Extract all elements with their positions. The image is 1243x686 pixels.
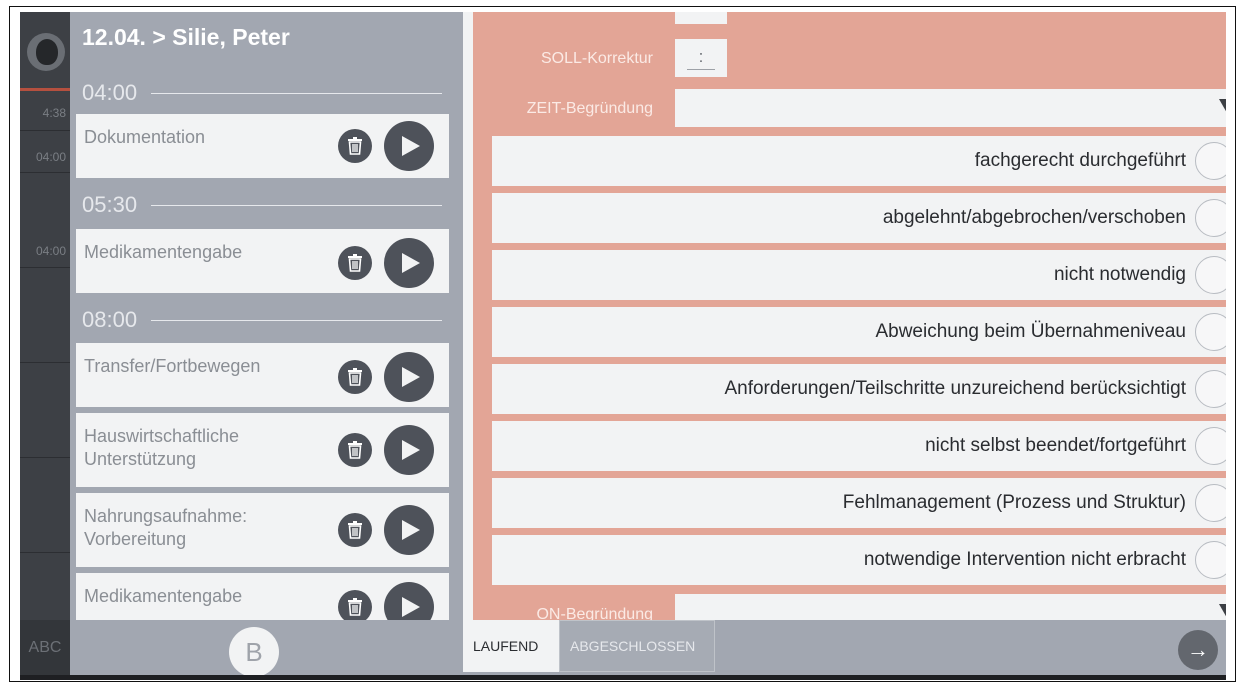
radio-button[interactable]: [1195, 541, 1226, 579]
soll-korrektur-input[interactable]: :: [675, 39, 727, 77]
radio-button[interactable]: [1195, 142, 1226, 180]
day-overview-strip: 4:38 04:00 04:00 ABC: [20, 12, 70, 675]
option-label: nicht notwendig: [1053, 264, 1186, 285]
option-row[interactable]: nicht selbst beendet/fortgeführt: [492, 421, 1226, 471]
screenshot-frame: 4:38 04:00 04:00 ABC 12.04. > Silie, Pet…: [9, 6, 1236, 682]
option-row[interactable]: Anforderungen/Teilschritte unzureichend …: [492, 364, 1226, 414]
strip-time-1[interactable]: 04:00: [20, 150, 70, 164]
app-window: 4:38 04:00 04:00 ABC 12.04. > Silie, Pet…: [20, 12, 1226, 680]
task-label: Nahrungsaufnahme: Vorbereitung: [84, 506, 248, 549]
detail-footer: LAUFEND ABGESCHLOSSEN →: [463, 620, 1226, 675]
time-label: 04:00: [82, 80, 138, 105]
option-row[interactable]: notwendige Intervention nicht erbracht: [492, 535, 1226, 585]
strip-divider: [20, 130, 70, 131]
option-label: fachgerecht durchgeführt: [974, 150, 1186, 171]
time-header: 05:30: [82, 190, 442, 220]
zeit-begruendung-select[interactable]: [675, 89, 1226, 127]
option-row[interactable]: Abweichung beim Übernahmeniveau: [492, 307, 1226, 357]
strip-time-current: 4:38: [42, 106, 66, 120]
task-label: Medikamentengabe: [84, 586, 243, 606]
trash-icon[interactable]: [338, 590, 372, 624]
bottom-bar: [20, 675, 1226, 680]
option-label: Fehlmanagement (Prozess und Struktur): [842, 492, 1186, 513]
list-item[interactable]: Medikamentengabe: [76, 229, 449, 293]
option-label: nicht selbst beendet/fortgeführt: [925, 435, 1186, 456]
option-label: Abweichung beim Übernahmeniveau: [875, 321, 1186, 342]
current-time-indicator: [20, 88, 70, 91]
trash-icon[interactable]: [338, 433, 372, 467]
page-title: 12.04. > Silie, Peter: [82, 24, 290, 50]
radio-button[interactable]: [1195, 199, 1226, 237]
radio-button[interactable]: [1195, 484, 1226, 522]
list-footer: B: [70, 620, 463, 677]
time-label: 08:00: [82, 307, 138, 332]
chevron-down-icon: [1219, 604, 1226, 618]
zeit-begruendung-label: ZEIT-Begründung: [526, 100, 653, 117]
radio-button[interactable]: [1195, 370, 1226, 408]
option-row[interactable]: nicht notwendig: [492, 250, 1226, 300]
soll-korrektur-label: SOLL-Korrektur: [540, 50, 653, 67]
time-label: 05:30: [82, 192, 138, 217]
abc-button[interactable]: ABC: [20, 620, 70, 675]
detail-panel: SOLL-Korrektur : ZEIT-Begründung fachger…: [463, 12, 1226, 632]
option-label: abgelehnt/abgebrochen/verschoben: [882, 207, 1186, 228]
play-icon[interactable]: [384, 425, 434, 475]
b-button[interactable]: B: [229, 627, 279, 677]
strip-divider: [20, 362, 70, 363]
task-list-panel: 12.04. > Silie, Peter 04:00 Dokumentatio…: [70, 12, 463, 675]
scroll-remnant: [675, 12, 727, 24]
option-label: Anforderungen/Teilschritte unzureichend …: [724, 378, 1186, 399]
play-icon[interactable]: [384, 238, 434, 288]
time-header: 04:00: [82, 78, 442, 108]
strip-time-2[interactable]: 04:00: [20, 244, 70, 258]
arrow-right-icon[interactable]: →: [1178, 630, 1218, 670]
play-icon[interactable]: [384, 121, 434, 171]
trash-icon[interactable]: [338, 246, 372, 280]
chevron-down-icon: [1219, 99, 1226, 113]
list-item[interactable]: Transfer/Fortbewegen: [76, 343, 449, 407]
play-icon[interactable]: [384, 352, 434, 402]
option-row[interactable]: fachgerecht durchgeführt: [492, 136, 1226, 186]
task-label: Dokumentation: [84, 127, 206, 147]
tab-abgeschlossen[interactable]: ABGESCHLOSSEN: [559, 620, 715, 672]
task-label: Medikamentengabe: [84, 242, 243, 262]
option-row[interactable]: Fehlmanagement (Prozess und Struktur): [492, 478, 1226, 528]
task-label: Hauswirtschaftliche Unterstützung: [84, 426, 240, 469]
list-item[interactable]: Nahrungsaufnahme: Vorbereitung: [76, 493, 449, 567]
list-item[interactable]: Hauswirtschaftliche Unterstützung: [76, 413, 449, 487]
trash-icon[interactable]: [338, 129, 372, 163]
list-item[interactable]: Dokumentation: [76, 114, 449, 178]
option-label: notwendige Intervention nicht erbracht: [863, 549, 1186, 570]
radio-button[interactable]: [1195, 313, 1226, 351]
strip-divider: [20, 552, 70, 553]
radio-button[interactable]: [1195, 256, 1226, 294]
avatar[interactable]: [27, 33, 65, 71]
tab-laufend[interactable]: LAUFEND: [463, 620, 559, 672]
strip-divider: [20, 457, 70, 458]
play-icon[interactable]: [384, 505, 434, 555]
strip-divider: [20, 267, 70, 268]
radio-button[interactable]: [1195, 427, 1226, 465]
time-header: 08:00: [82, 305, 442, 335]
strip-divider: [20, 172, 70, 173]
soll-value: :: [686, 47, 716, 70]
option-row[interactable]: abgelehnt/abgebrochen/verschoben: [492, 193, 1226, 243]
trash-icon[interactable]: [338, 360, 372, 394]
trash-icon[interactable]: [338, 513, 372, 547]
task-label: Transfer/Fortbewegen: [84, 356, 261, 376]
